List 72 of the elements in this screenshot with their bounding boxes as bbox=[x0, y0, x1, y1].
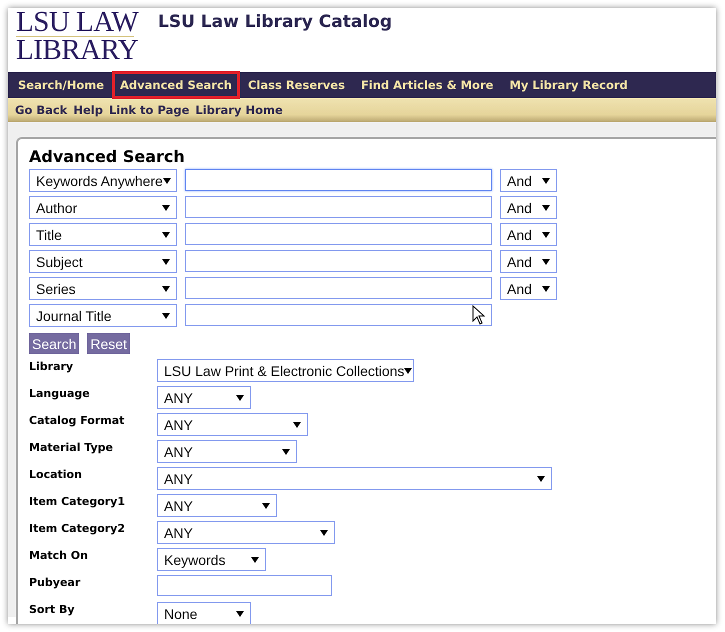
filter-field[interactable] bbox=[157, 575, 332, 596]
filter-select[interactable]: LSU Law Print & Electronic Collections bbox=[157, 359, 414, 382]
filter-select[interactable]: ANY bbox=[157, 521, 335, 544]
search-term-field[interactable] bbox=[185, 277, 492, 299]
caret-icon bbox=[162, 312, 170, 318]
mouse-cursor-icon bbox=[472, 305, 486, 325]
caret-icon bbox=[236, 394, 244, 400]
filter-label: Sort By bbox=[29, 602, 76, 616]
caret-icon bbox=[537, 476, 545, 482]
caret-icon bbox=[542, 178, 550, 184]
operator-select[interactable]: And bbox=[500, 250, 557, 273]
field-select[interactable]: Subject bbox=[29, 250, 177, 273]
caret-icon bbox=[404, 368, 412, 374]
caret-icon bbox=[162, 258, 170, 264]
field-select[interactable]: Keywords Anywhere bbox=[29, 169, 177, 192]
caret-icon bbox=[251, 556, 259, 562]
caret-icon bbox=[542, 204, 550, 210]
caret-icon bbox=[542, 232, 550, 238]
caret-icon bbox=[542, 286, 550, 292]
filter-label: Location bbox=[29, 467, 83, 481]
filter-select[interactable]: ANY bbox=[157, 386, 251, 409]
filter-select[interactable]: Keywords bbox=[157, 548, 266, 571]
nav-link[interactable]: Class Reserves bbox=[240, 71, 353, 99]
filter-label: Language bbox=[29, 386, 91, 400]
caret-icon bbox=[162, 178, 171, 184]
sub-nav-link[interactable]: Go Back bbox=[12, 103, 70, 117]
search-term-field[interactable] bbox=[185, 250, 492, 272]
nav-link[interactable]: Search/Home bbox=[10, 71, 112, 99]
caret-icon bbox=[262, 502, 270, 508]
operator-select[interactable]: And bbox=[500, 196, 557, 219]
reset-button[interactable]: Reset bbox=[87, 333, 130, 354]
search-term-field[interactable] bbox=[185, 169, 492, 191]
filter-label: Pubyear bbox=[29, 575, 82, 589]
field-select[interactable]: Author bbox=[29, 196, 177, 219]
operator-select[interactable]: And bbox=[500, 169, 557, 192]
sub-nav-link[interactable]: Link to Page bbox=[106, 103, 192, 117]
filter-select[interactable]: ANY bbox=[157, 467, 552, 490]
caret-icon bbox=[236, 610, 244, 616]
search-button[interactable]: Search bbox=[29, 333, 80, 354]
filter-label: Item Category2 bbox=[29, 521, 126, 535]
caret-icon bbox=[162, 204, 170, 210]
operator-select[interactable]: And bbox=[500, 223, 557, 246]
nav-link[interactable]: My Library Record bbox=[501, 71, 636, 99]
filter-select[interactable]: ANY bbox=[157, 494, 277, 517]
field-select[interactable]: Journal Title bbox=[29, 304, 177, 327]
filter-label: Catalog Format bbox=[29, 413, 126, 427]
filter-label: Library bbox=[29, 359, 74, 373]
caret-icon bbox=[542, 258, 550, 264]
filter-label: Material Type bbox=[29, 440, 114, 454]
filter-select[interactable]: ANY bbox=[157, 413, 308, 436]
filter-label: Match On bbox=[29, 548, 89, 562]
caret-icon bbox=[162, 286, 170, 292]
caret-icon bbox=[293, 422, 301, 428]
form-title: Advanced Search bbox=[29, 147, 186, 167]
library-logo[interactable]: LSU LAW LIBRARY bbox=[16, 8, 158, 63]
nav-link[interactable]: Find Articles & More bbox=[352, 71, 502, 99]
operator-select[interactable]: And bbox=[500, 277, 557, 300]
caret-icon bbox=[320, 530, 328, 536]
field-select[interactable]: Title bbox=[29, 223, 177, 246]
sub-nav-link[interactable]: Help bbox=[70, 103, 106, 117]
sub-nav-link[interactable]: Library Home bbox=[192, 103, 286, 117]
filter-label: Item Category1 bbox=[29, 494, 126, 508]
nav-link[interactable]: Advanced Search bbox=[112, 71, 240, 99]
filter-select[interactable]: None bbox=[157, 602, 251, 624]
search-term-field[interactable] bbox=[185, 304, 492, 326]
caret-icon bbox=[162, 232, 170, 238]
filter-select[interactable]: ANY bbox=[157, 440, 297, 463]
search-term-field[interactable] bbox=[185, 223, 492, 245]
search-term-field[interactable] bbox=[185, 196, 492, 218]
caret-icon bbox=[282, 448, 290, 454]
site-title: LSU Law Library Catalog bbox=[158, 11, 392, 32]
field-select[interactable]: Series bbox=[29, 277, 177, 300]
